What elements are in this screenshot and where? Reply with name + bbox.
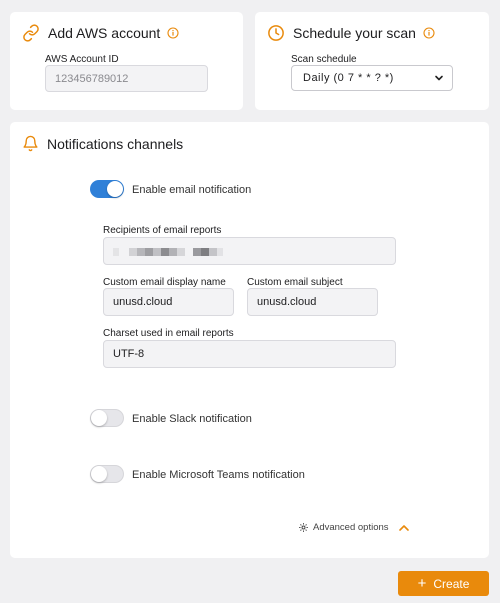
bell-icon <box>22 135 40 153</box>
charset-input[interactable]: UTF-8 <box>103 340 396 368</box>
aws-account-id-label: AWS Account ID <box>45 54 119 65</box>
info-icon[interactable] <box>167 27 179 39</box>
notifications-card: Notifications channels Enable email noti… <box>10 122 489 558</box>
display-name-input[interactable]: unusd.cloud <box>103 288 234 316</box>
advanced-options-label: Advanced options <box>313 522 389 533</box>
scan-schedule-value: Daily (0 7 * * ? *) <box>303 72 394 84</box>
charset-label: Charset used in email reports <box>103 328 234 339</box>
schedule-card: Schedule your scan Scan schedule Daily (… <box>255 12 489 110</box>
aws-account-title: Add AWS account <box>22 24 179 42</box>
aws-account-id-input[interactable]: 123456789012 <box>45 65 208 92</box>
subject-label: Custom email subject <box>247 277 343 288</box>
toggle-knob <box>91 466 107 482</box>
chevron-down-icon <box>434 73 444 83</box>
email-notification-label: Enable email notification <box>132 184 252 196</box>
info-icon[interactable] <box>423 27 435 39</box>
scan-schedule-select[interactable]: Daily (0 7 * * ? *) <box>291 65 453 91</box>
chevron-up-icon <box>398 523 410 533</box>
scan-schedule-label: Scan schedule <box>291 54 357 65</box>
schedule-title: Schedule your scan <box>267 24 435 42</box>
clock-icon <box>267 24 285 42</box>
link-icon <box>22 24 40 42</box>
plus-icon: + <box>417 575 427 592</box>
teams-notification-toggle[interactable] <box>90 465 124 483</box>
aws-account-card: Add AWS account AWS Account ID 123456789… <box>10 12 243 110</box>
redacted-recipients <box>113 248 223 256</box>
toggle-knob <box>91 410 107 426</box>
notifications-title: Notifications channels <box>22 135 183 153</box>
subject-input[interactable]: unusd.cloud <box>247 288 378 316</box>
slack-notification-toggle[interactable] <box>90 409 124 427</box>
aws-account-title-text: Add AWS account <box>48 25 161 41</box>
recipients-input[interactable] <box>103 237 396 265</box>
slack-notification-label: Enable Slack notification <box>132 413 252 425</box>
recipients-label: Recipients of email reports <box>103 225 222 236</box>
schedule-title-text: Schedule your scan <box>293 25 416 41</box>
display-name-label: Custom email display name <box>103 277 226 288</box>
notifications-title-text: Notifications channels <box>47 136 184 152</box>
advanced-options-toggle[interactable]: Advanced options <box>298 522 410 533</box>
create-button-label: Create <box>433 576 470 591</box>
teams-notification-label: Enable Microsoft Teams notification <box>132 469 305 481</box>
create-button[interactable]: + Create <box>398 571 489 596</box>
gear-icon <box>298 522 309 533</box>
toggle-knob <box>107 181 123 197</box>
email-notification-toggle[interactable] <box>90 180 124 198</box>
